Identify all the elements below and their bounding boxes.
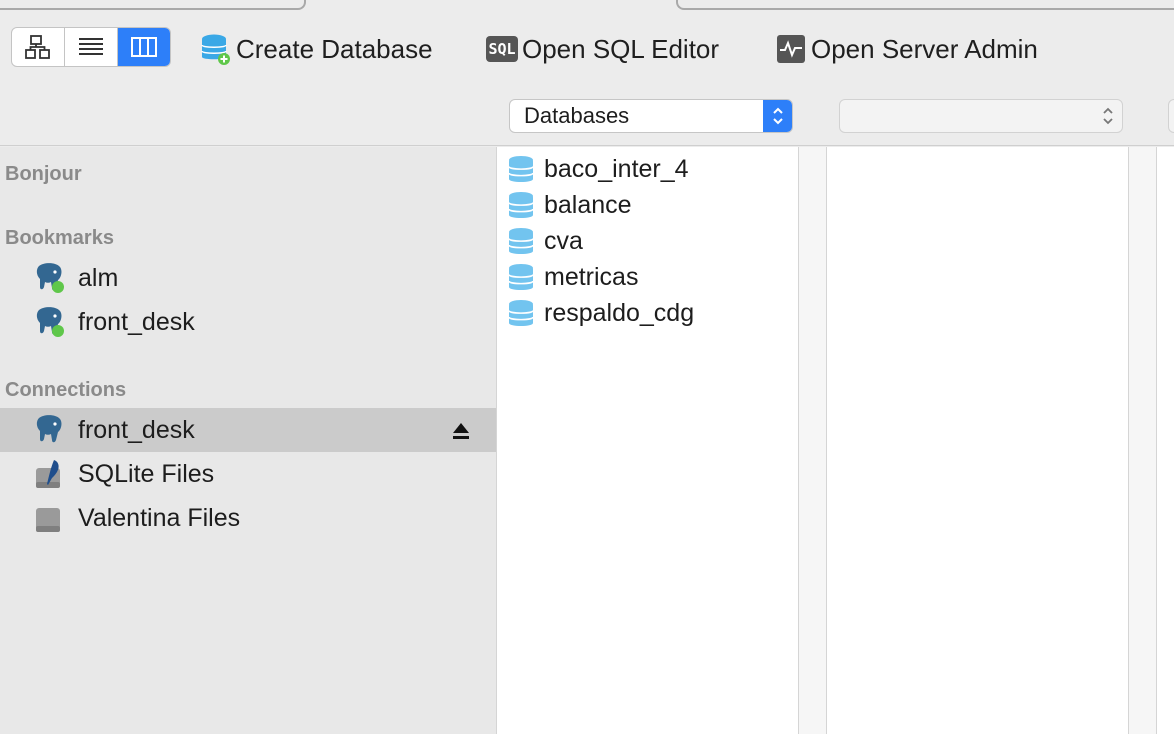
bookmarks-header: Bookmarks: [5, 227, 114, 249]
database-item-cva[interactable]: cva: [498, 222, 798, 258]
bookmark-label: alm: [78, 264, 119, 292]
hierarchy-view-button[interactable]: [12, 28, 64, 66]
connection-label: SQLite Files: [78, 460, 215, 488]
eject-icon[interactable]: [452, 419, 470, 439]
database-icon: [508, 191, 534, 220]
sidebar: Bonjour Bookmarks alm front_desk Connect…: [0, 147, 496, 734]
table-column: [827, 147, 1128, 734]
list-view-button[interactable]: [64, 28, 117, 66]
select-arrows-icon: [1093, 100, 1122, 132]
connection-item-valentina-files[interactable]: Valentina Files: [0, 496, 496, 540]
open-sql-editor-button[interactable]: SQL Open SQL Editor: [486, 30, 719, 68]
column-gutter: [799, 147, 826, 734]
connection-label: front_desk: [78, 416, 195, 444]
database-label: balance: [544, 191, 632, 219]
open-server-admin-button[interactable]: Open Server Admin: [775, 30, 1038, 68]
third-select[interactable]: [1168, 99, 1174, 133]
connection-label: Valentina Files: [78, 504, 241, 532]
column-view-button[interactable]: [117, 28, 170, 66]
postgres-elephant-icon: [34, 414, 66, 446]
list-icon: [79, 38, 103, 55]
database-label: cva: [544, 227, 583, 255]
connection-item-front-desk[interactable]: front_desk: [0, 408, 496, 452]
database-item-balance[interactable]: balance: [498, 186, 798, 222]
columns-icon: [131, 37, 157, 57]
hierarchy-icon: [25, 35, 50, 59]
sql-icon: SQL: [486, 36, 518, 62]
view-mode-segmented-control: [11, 27, 171, 67]
postgres-elephant-icon: [34, 262, 66, 294]
bookmark-item-alm[interactable]: alm: [0, 256, 496, 300]
activity-monitor-icon: [775, 33, 807, 65]
database-icon: [508, 155, 534, 184]
database-icon: [508, 263, 534, 292]
bonjour-header: Bonjour: [5, 163, 82, 185]
open-sql-editor-label: Open SQL Editor: [522, 33, 720, 64]
database-label: respaldo_cdg: [544, 299, 695, 327]
database-icon: [508, 227, 534, 256]
database-add-icon: [200, 33, 232, 65]
database-label: baco_inter_4: [544, 155, 689, 183]
database-select[interactable]: Databases: [509, 99, 793, 133]
drive-icon: [34, 502, 66, 534]
database-item-respaldo-cdg[interactable]: respaldo_cdg: [498, 294, 798, 330]
create-database-button[interactable]: Create Database: [200, 30, 433, 68]
select-arrows-icon: [763, 100, 792, 132]
column-gutter: [1129, 147, 1156, 734]
connection-item-sqlite-files[interactable]: SQLite Files: [0, 452, 496, 496]
database-label: metricas: [544, 263, 639, 291]
open-server-admin-label: Open Server Admin: [811, 33, 1038, 64]
toolbar: Create Database SQL Open SQL Editor Open…: [0, 0, 1174, 146]
database-select-value: Databases: [524, 103, 630, 128]
sqlite-feather-icon: [34, 458, 66, 490]
table-select[interactable]: [839, 99, 1123, 133]
create-database-label: Create Database: [236, 33, 433, 64]
detail-column: [1157, 147, 1174, 734]
bookmark-item-front-desk[interactable]: front_desk: [0, 300, 496, 344]
connections-header: Connections: [5, 379, 127, 401]
database-icon: [508, 299, 534, 328]
database-item-metricas[interactable]: metricas: [498, 258, 798, 294]
postgres-elephant-icon: [34, 306, 66, 338]
sql-icon-text: SQL: [488, 40, 516, 58]
database-item-baco-inter-4[interactable]: baco_inter_4: [498, 150, 798, 186]
bookmark-label: front_desk: [78, 308, 195, 336]
